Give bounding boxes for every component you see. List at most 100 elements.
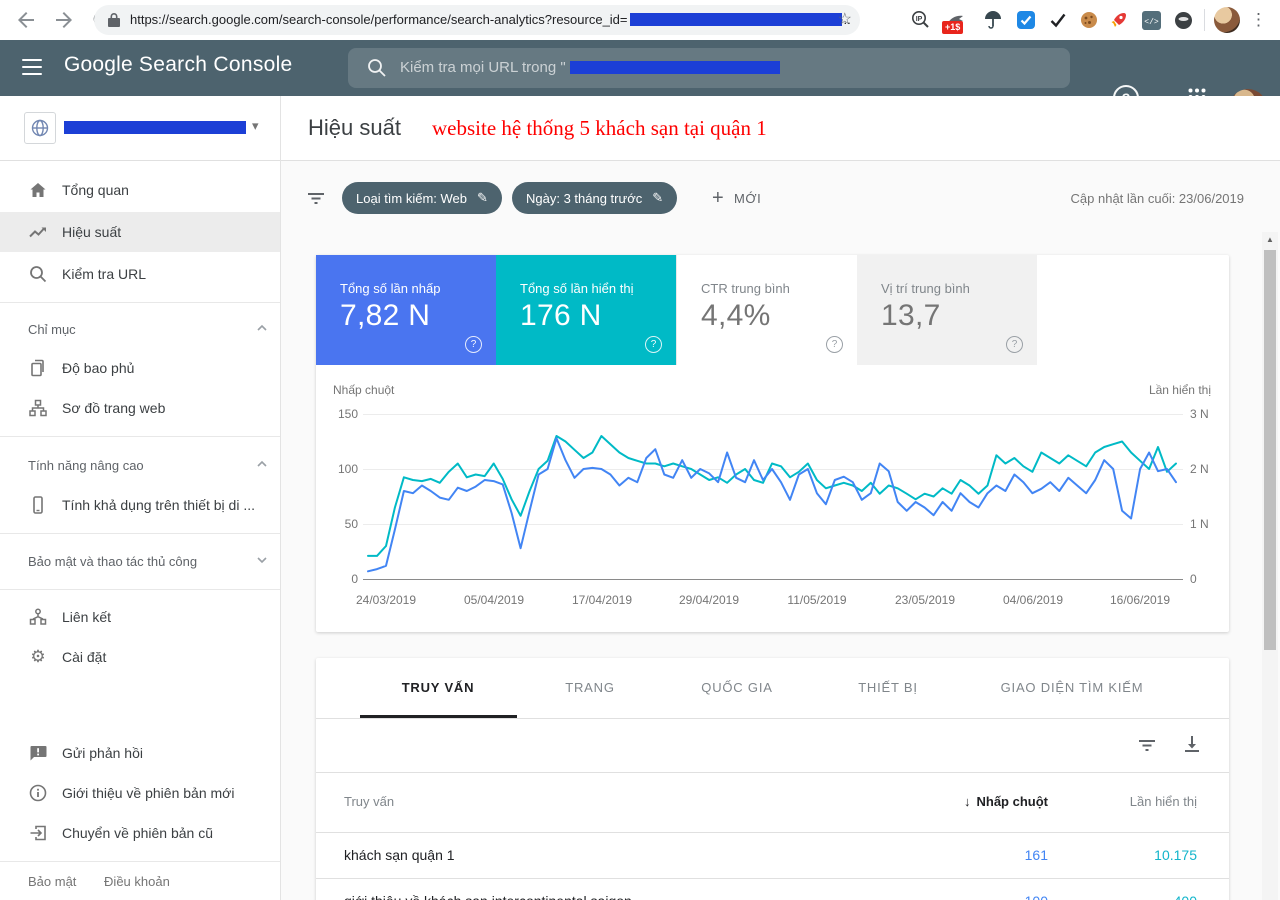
sidebar-item-legacy-version[interactable]: Chuyển về phiên bản cũ: [0, 813, 280, 853]
ip-extension-icon[interactable]: IP: [910, 9, 932, 31]
sidebar-item-links[interactable]: Liên kết: [0, 597, 280, 637]
help-icon[interactable]: ?: [1006, 336, 1023, 353]
sidebar-item-url-inspect[interactable]: Kiểm tra URL: [0, 254, 280, 294]
help-icon[interactable]: ?: [645, 336, 662, 353]
trending-up-icon: [28, 222, 48, 242]
queries-table-card: TRUY VẤN TRANG QUỐC GIA THIẾT BỊ GIAO DI…: [316, 658, 1229, 900]
tab-search-appearance[interactable]: GIAO DIỆN TÌM KIẾM: [1001, 658, 1144, 718]
exit-to-app-icon: [28, 823, 48, 843]
filter-chip-search-type[interactable]: Loại tìm kiếm: Web ✎: [342, 182, 502, 214]
section-label: Tính năng nâng cao: [28, 450, 144, 482]
chip-label: Ngày: 3 tháng trước: [526, 191, 642, 206]
help-icon[interactable]: ?: [465, 336, 482, 353]
right-axis-label: Lần hiển thị: [1149, 383, 1211, 397]
menu-hamburger-icon[interactable]: [22, 59, 42, 75]
lock-icon: [107, 12, 121, 28]
app-header: GoogleSearch Console Kiểm tra mọi URL tr…: [0, 40, 1280, 96]
svg-text:IP: IP: [916, 16, 923, 23]
sidebar-item-label: Độ bao phủ: [62, 348, 134, 388]
chevron-down-icon: [254, 554, 270, 566]
clicks-cell: 161: [1025, 832, 1048, 878]
forward-icon[interactable]: [52, 8, 76, 32]
sidebar-item-settings[interactable]: ⚙ Cài đặt: [0, 637, 280, 677]
table-row[interactable]: giới thiệu về khách sạn intercontinental…: [316, 878, 1229, 900]
back-icon[interactable]: [14, 8, 38, 32]
metric-label: Tổng số lần nhấp: [340, 281, 440, 296]
code-extension-icon[interactable]: </>: [1140, 9, 1162, 31]
tab-devices[interactable]: THIẾT BỊ: [858, 658, 918, 718]
sidebar-item-label: Kiểm tra URL: [62, 254, 146, 294]
download-icon[interactable]: [1181, 733, 1203, 755]
sidebar-item-feedback[interactable]: Gửi phản hồi: [0, 733, 280, 773]
filter-chip-date-range[interactable]: Ngày: 3 tháng trước ✎: [512, 182, 677, 214]
divider: [0, 302, 280, 303]
product-logo[interactable]: GoogleSearch Console: [64, 53, 293, 77]
browser-menu-icon[interactable]: ⋮: [1250, 8, 1267, 32]
rocket-extension-icon[interactable]: [1108, 9, 1130, 31]
url-inspect-search[interactable]: Kiểm tra mọi URL trong ": [348, 48, 1070, 88]
logo-search-console: Search Console: [139, 53, 293, 76]
line-chart-plot[interactable]: [363, 405, 1183, 585]
query-cell[interactable]: giới thiệu về khách sạn intercontinental…: [344, 878, 632, 900]
property-censor-bar: [64, 121, 246, 134]
sidebar: ▾ Tổng quan Hiệu suất Kiểm tra URL Chỉ m…: [0, 96, 281, 900]
metric-value: 7,82 N: [340, 299, 430, 333]
toolbar-divider: [1204, 9, 1205, 31]
left-axis-label: Nhấp chuột: [333, 383, 394, 397]
column-header-impressions[interactable]: Lần hiển thị: [1130, 772, 1197, 832]
plus-icon[interactable]: +: [712, 184, 724, 212]
privacy-link[interactable]: Bảo mật: [28, 874, 76, 889]
incognito-extension-icon[interactable]: [1172, 9, 1194, 31]
chip-label: Loại tìm kiếm: Web: [356, 191, 467, 206]
impressions-cell: 400: [1174, 878, 1197, 900]
browser-toolbar: https://search.google.com/search-console…: [0, 0, 1280, 40]
metric-tile-impressions[interactable]: Tổng số lần hiển thị 176 N ?: [496, 255, 676, 365]
tab-pages[interactable]: TRANG: [565, 658, 615, 718]
cashback-extension-icon[interactable]: +1$: [944, 9, 966, 31]
svg-text:</>: </>: [1144, 18, 1159, 27]
sidebar-item-label: Sơ đồ trang web: [62, 388, 165, 428]
bookmark-star-icon[interactable]: ☆: [838, 9, 852, 31]
sidebar-item-about-new-version[interactable]: Giới thiệu về phiên bản mới: [0, 773, 280, 813]
y-tick-right: 0: [1190, 572, 1230, 586]
column-header-query[interactable]: Truy vấn: [344, 772, 394, 832]
sidebar-section-index[interactable]: Chỉ mục: [0, 314, 280, 346]
sidebar-item-performance[interactable]: Hiệu suất: [0, 212, 280, 252]
sidebar-item-coverage[interactable]: Độ bao phủ: [0, 348, 280, 388]
cookie-extension-icon[interactable]: [1078, 9, 1100, 31]
x-tick: 04/06/2019: [993, 593, 1073, 607]
query-cell[interactable]: khách sạn quận 1: [344, 832, 455, 878]
new-filter-button[interactable]: MỚI: [734, 191, 761, 206]
sidebar-item-label: Hiệu suất: [62, 212, 121, 252]
address-bar[interactable]: https://search.google.com/search-console…: [94, 5, 860, 35]
page-title: Hiệu suất: [308, 96, 401, 160]
property-selector[interactable]: ▾: [0, 96, 280, 161]
globe-icon: [24, 112, 56, 144]
sidebar-item-overview[interactable]: Tổng quan: [0, 170, 280, 210]
sidebar-item-sitemaps[interactable]: Sơ đồ trang web: [0, 388, 280, 428]
scroll-up-arrow-icon[interactable]: ▲: [1262, 232, 1278, 248]
scrollbar-thumb[interactable]: [1264, 250, 1276, 650]
sidebar-section-security[interactable]: Bảo mật và thao tác thủ công: [0, 546, 280, 578]
help-icon[interactable]: ?: [826, 336, 843, 353]
scrollbar[interactable]: ▲: [1262, 232, 1278, 900]
sidebar-section-enhancements[interactable]: Tính năng nâng cao: [0, 450, 280, 482]
column-header-clicks[interactable]: ↓Nhấp chuột: [964, 772, 1048, 832]
divider: [0, 533, 280, 534]
browser-profile-avatar[interactable]: [1214, 7, 1240, 33]
terms-link[interactable]: Điều khoản: [104, 874, 170, 889]
checkmark-extension-icon[interactable]: [1047, 9, 1069, 31]
todo-check-extension-icon[interactable]: [1015, 9, 1037, 31]
tab-queries[interactable]: TRUY VẤN: [402, 658, 475, 718]
tab-countries[interactable]: QUỐC GIA: [701, 658, 772, 718]
filter-icon[interactable]: [306, 188, 326, 208]
table-filter-icon[interactable]: [1137, 735, 1157, 755]
metric-label: CTR trung bình: [701, 281, 790, 296]
umbrella-extension-icon[interactable]: [982, 9, 1004, 31]
info-icon: [28, 783, 48, 803]
metric-tile-clicks[interactable]: Tổng số lần nhấp 7,82 N ?: [316, 255, 496, 365]
metric-tile-position[interactable]: Vị trí trung bình 13,7 ?: [857, 255, 1037, 365]
sidebar-item-mobile-usability[interactable]: Tính khả dụng trên thiết bị di ...: [0, 485, 280, 525]
metric-tile-ctr[interactable]: CTR trung bình 4,4% ?: [676, 255, 857, 365]
table-row[interactable]: khách sạn quận 1 161 10.175: [316, 832, 1229, 879]
